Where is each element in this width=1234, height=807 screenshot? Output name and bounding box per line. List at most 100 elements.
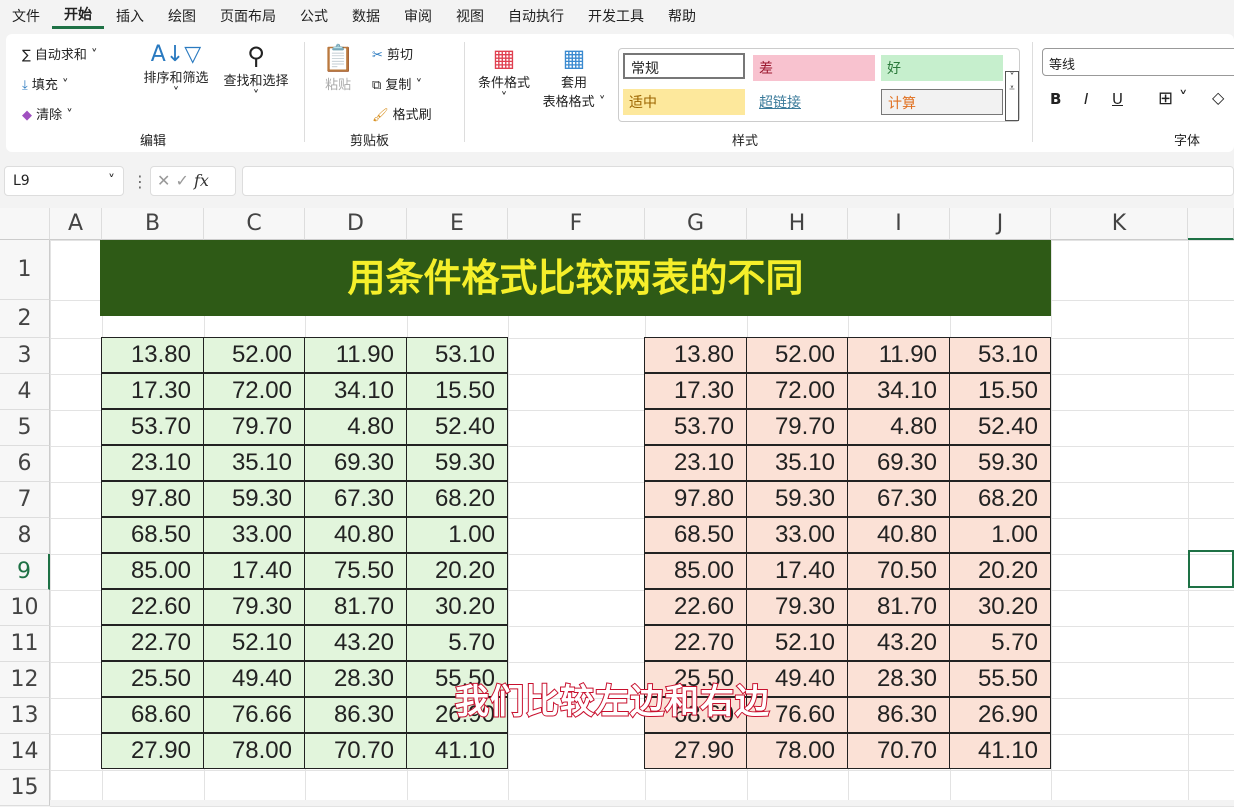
table-cell[interactable]: 40.80 [847, 517, 950, 553]
table-cell[interactable]: 22.70 [101, 625, 204, 661]
column-header[interactable]: K [1051, 208, 1188, 240]
table-cell[interactable]: 97.80 [644, 481, 747, 517]
table-cell[interactable]: 78.00 [203, 733, 305, 769]
table-cell[interactable]: 20.20 [949, 553, 1051, 589]
column-header[interactable]: D [305, 208, 407, 240]
row-header[interactable]: 11 [0, 626, 50, 662]
table-cell[interactable]: 27.90 [101, 733, 204, 769]
format-painter-button[interactable]: 🖌 格式刷 [372, 104, 432, 123]
table-cell[interactable]: 11.90 [847, 337, 950, 373]
row-header[interactable]: 14 [0, 734, 50, 770]
menu-item[interactable]: 数据 [340, 6, 392, 26]
table-cell[interactable]: 68.50 [644, 517, 747, 553]
table-cell[interactable]: 59.30 [406, 445, 508, 481]
row-header[interactable]: 12 [0, 662, 50, 698]
check-icon[interactable]: ✓ [176, 171, 195, 190]
style-hyperlink[interactable]: 超链接 [753, 89, 875, 115]
table-cell[interactable]: 17.40 [203, 553, 305, 589]
row-header[interactable]: 5 [0, 410, 50, 446]
fill-color-icon[interactable]: ◇ [1212, 88, 1224, 107]
row-header[interactable]: 4 [0, 374, 50, 410]
table-cell[interactable]: 85.00 [101, 553, 204, 589]
row-header[interactable]: 2 [0, 300, 50, 338]
table-cell[interactable]: 17.40 [746, 553, 848, 589]
row-header[interactable]: 7 [0, 482, 50, 518]
table-cell[interactable]: 67.30 [304, 481, 407, 517]
table-cell[interactable]: 79.70 [203, 409, 305, 445]
table-cell[interactable]: 68.20 [406, 481, 508, 517]
table-cell[interactable]: 78.00 [746, 733, 848, 769]
table-cell[interactable]: 67.30 [847, 481, 950, 517]
table-cell[interactable]: 25.50 [101, 661, 204, 697]
row-header[interactable]: 9 [0, 554, 50, 590]
find-select-button[interactable]: ⚲ 查找和选择 ˅ [218, 42, 294, 104]
table-cell[interactable]: 70.70 [847, 733, 950, 769]
table-cell[interactable]: 41.10 [406, 733, 508, 769]
menu-item[interactable]: 文件 [0, 6, 52, 26]
column-header[interactable]: F [508, 208, 645, 240]
table-cell[interactable]: 68.20 [949, 481, 1051, 517]
table-cell[interactable]: 59.30 [949, 445, 1051, 481]
row-header[interactable]: 10 [0, 590, 50, 626]
table-cell[interactable]: 26.90 [949, 697, 1051, 733]
table-cell[interactable]: 53.10 [949, 337, 1051, 373]
table-cell[interactable]: 52.00 [746, 337, 848, 373]
row-header[interactable]: 8 [0, 518, 50, 554]
table-cell[interactable]: 30.20 [949, 589, 1051, 625]
menu-item[interactable]: 插入 [104, 6, 156, 26]
table-cell[interactable]: 33.00 [746, 517, 848, 553]
table-cell[interactable]: 86.30 [847, 697, 950, 733]
column-header[interactable]: C [204, 208, 305, 240]
menu-item[interactable]: 帮助 [656, 6, 708, 26]
selected-cell[interactable] [1188, 550, 1234, 588]
table-cell[interactable]: 5.70 [406, 625, 508, 661]
table-cell[interactable]: 72.00 [746, 373, 848, 409]
table-cell[interactable]: 35.10 [746, 445, 848, 481]
table-cell[interactable]: 59.30 [203, 481, 305, 517]
menu-item[interactable]: 页面布局 [208, 6, 288, 26]
clear-button[interactable]: ◆ 清除 ˅ [22, 104, 73, 123]
fill-button[interactable]: ⤓ 填充 ˅ [22, 74, 69, 93]
row-header[interactable]: 15 [0, 770, 50, 806]
row-header[interactable]: 13 [0, 698, 50, 734]
table-cell[interactable]: 4.80 [847, 409, 950, 445]
table-cell[interactable]: 22.60 [644, 589, 747, 625]
style-neutral[interactable]: 适中 [623, 89, 745, 115]
table-cell[interactable]: 69.30 [847, 445, 950, 481]
name-box[interactable]: L9 ˅ [4, 166, 124, 196]
style-bad[interactable]: 差 [753, 55, 875, 81]
table-cell[interactable]: 49.40 [203, 661, 305, 697]
table-cell[interactable]: 1.00 [949, 517, 1051, 553]
table-cell[interactable]: 23.10 [644, 445, 747, 481]
table-cell[interactable]: 43.20 [847, 625, 950, 661]
italic-button[interactable]: I [1084, 90, 1088, 108]
table-cell[interactable]: 52.40 [406, 409, 508, 445]
menu-item[interactable]: 审阅 [392, 6, 444, 26]
table-cell[interactable]: 76.66 [203, 697, 305, 733]
table-cell[interactable]: 72.00 [203, 373, 305, 409]
table-cell[interactable]: 70.70 [304, 733, 407, 769]
table-cell[interactable]: 17.30 [101, 373, 204, 409]
borders-icon[interactable]: ⊞ ˅ [1158, 88, 1188, 109]
table-cell[interactable]: 35.10 [203, 445, 305, 481]
table-cell[interactable]: 4.80 [304, 409, 407, 445]
column-header[interactable]: I [848, 208, 950, 240]
table-cell[interactable]: 20.20 [406, 553, 508, 589]
column-header-l[interactable] [1188, 208, 1234, 240]
autosum-button[interactable]: ∑ 自动求和 ˅ [22, 44, 98, 63]
menu-item[interactable]: 视图 [444, 6, 496, 26]
menu-item[interactable]: 开发工具 [576, 6, 656, 26]
table-cell[interactable]: 15.50 [406, 373, 508, 409]
paste-button[interactable]: 📋 粘贴 [322, 44, 354, 93]
table-cell[interactable]: 22.60 [101, 589, 204, 625]
style-calculation[interactable]: 计算 [881, 89, 1003, 115]
bold-button[interactable]: B [1050, 90, 1061, 108]
table-cell[interactable]: 68.60 [101, 697, 204, 733]
format-as-table-button[interactable]: ▦ 套用 表格格式 ˅ [538, 44, 610, 110]
table-cell[interactable]: 55.50 [949, 661, 1051, 697]
menu-item[interactable]: 公式 [288, 6, 340, 26]
copy-button[interactable]: ⧉ 复制 ˅ [372, 74, 422, 93]
table-cell[interactable]: 13.80 [101, 337, 204, 373]
table-cell[interactable]: 30.20 [406, 589, 508, 625]
table-cell[interactable]: 68.50 [101, 517, 204, 553]
